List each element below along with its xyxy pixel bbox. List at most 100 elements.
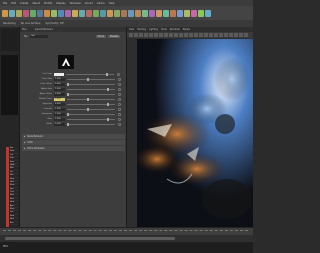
shelf-tool-icon[interactable] [142, 9, 148, 17]
viewport-tool-icon[interactable] [229, 33, 233, 37]
viewport-tool-icon[interactable] [244, 33, 248, 37]
expand-arrow-icon[interactable]: ▸ [24, 141, 25, 144]
shelf-tool-icon[interactable] [135, 9, 141, 17]
shelf-tool-icon[interactable] [79, 9, 85, 17]
menu-cache[interactable]: Cache [97, 2, 105, 5]
viewport-menu-show[interactable]: Show [161, 28, 167, 31]
shelf-tool-icon[interactable] [107, 9, 113, 17]
presets-button[interactable]: Presets [108, 35, 120, 38]
shelf-tool-icon[interactable] [156, 9, 162, 17]
map-button-icon[interactable] [118, 122, 121, 126]
viewport-tool-icon[interactable] [199, 33, 203, 37]
color-swatch[interactable] [54, 72, 64, 76]
shelf-tool-icon[interactable] [163, 9, 169, 17]
shelf-tool-icon[interactable] [121, 9, 127, 17]
menu-modify[interactable]: Modify [44, 2, 52, 5]
shelf-tool-icon[interactable] [114, 9, 120, 17]
attribute-slider[interactable] [67, 102, 115, 106]
attribute-slider[interactable] [67, 97, 115, 101]
attribute-slider[interactable] [66, 72, 114, 76]
viewport-menu-panels[interactable]: Panels [183, 28, 190, 31]
range-slider-bar[interactable] [5, 237, 175, 240]
shelf-tool-icon[interactable] [30, 9, 36, 17]
shelf-tool-icon[interactable] [205, 9, 211, 17]
render-viewport[interactable] [137, 39, 253, 227]
slider-handle[interactable] [67, 92, 69, 96]
viewport-tool-icon[interactable] [224, 33, 228, 37]
slider-handle[interactable] [107, 102, 109, 106]
menu-windows[interactable]: Windows [70, 2, 81, 5]
map-button-icon[interactable] [118, 92, 121, 96]
viewport-tool-icon[interactable] [154, 33, 158, 37]
viewport-tool-icon[interactable] [144, 33, 148, 37]
shelf-tool-icon[interactable] [128, 9, 134, 17]
slider-handle[interactable] [107, 117, 109, 121]
slider-handle[interactable] [67, 112, 69, 116]
viewport-tool-icon[interactable] [129, 33, 133, 37]
viewport-tool-icon[interactable] [184, 33, 188, 37]
attribute-slider[interactable] [67, 82, 115, 86]
shelf-tool-icon[interactable] [149, 9, 155, 17]
viewport-tool-icon[interactable] [204, 33, 208, 37]
viewport-tool-icon[interactable] [209, 33, 213, 37]
menu-edit[interactable]: Edit [11, 2, 16, 5]
shelf-tool-icon[interactable] [100, 9, 106, 17]
shelf-tool-icon[interactable] [198, 9, 204, 17]
status-item-0[interactable]: Rendering [3, 22, 16, 25]
slider-handle[interactable] [67, 82, 69, 86]
shelf-tool-icon[interactable] [86, 9, 92, 17]
expand-arrow-icon[interactable]: ▸ [24, 147, 25, 150]
ae-section-header[interactable]: ▸ Node Behavior [22, 134, 125, 139]
focus-button[interactable]: Focus [95, 35, 107, 38]
attribute-value-field[interactable]: 1.000 [54, 87, 65, 91]
slider-handle[interactable] [87, 77, 89, 81]
slider-handle[interactable] [87, 97, 89, 101]
map-button-icon[interactable] [118, 102, 121, 106]
attribute-slider[interactable] [67, 87, 115, 91]
map-button-icon[interactable] [118, 107, 121, 111]
attribute-slider[interactable] [67, 112, 115, 116]
shelf-tool-icon[interactable] [191, 9, 197, 17]
menu-create[interactable]: Create [20, 2, 28, 5]
shelf-tool-icon[interactable] [37, 9, 43, 17]
viewport-tool-icon[interactable] [179, 33, 183, 37]
range-slider[interactable] [0, 235, 253, 242]
attribute-slider[interactable] [67, 77, 115, 81]
viewport-tool-icon[interactable] [159, 33, 163, 37]
attribute-value-field[interactable]: 0.500 [54, 97, 65, 101]
viewport-tool-icon[interactable] [194, 33, 198, 37]
viewport-menu-lighting[interactable]: Lighting [149, 28, 158, 31]
map-button-icon[interactable] [118, 97, 121, 101]
shelf-tool-icon[interactable] [44, 9, 50, 17]
shelf-tool-icon[interactable] [177, 9, 183, 17]
shelf-tool-icon[interactable] [72, 9, 78, 17]
status-item-2[interactable]: Symmetry: Off [45, 22, 63, 25]
shelf-tool-icon[interactable] [93, 9, 99, 17]
viewport-tool-icon[interactable] [139, 33, 143, 37]
viewport-tool-icon[interactable] [169, 33, 173, 37]
shelf-tool-icon[interactable] [23, 9, 29, 17]
shelf-tool-icon[interactable] [51, 9, 57, 17]
slider-handle[interactable] [87, 107, 89, 111]
map-button-icon[interactable] [118, 87, 121, 91]
attribute-slider[interactable] [67, 92, 115, 96]
attribute-value-field[interactable]: 1.000 [54, 107, 65, 111]
shelf-tool-icon[interactable] [65, 9, 71, 17]
shelf-tool-icon[interactable] [170, 9, 176, 17]
attribute-value-field[interactable]: 1.000 [54, 77, 65, 81]
viewport-menu-shading[interactable]: Shading [137, 28, 146, 31]
attribute-value-field[interactable]: 0.000 [54, 92, 65, 96]
command-line[interactable]: MEL [0, 242, 253, 253]
shelf-tool-icon[interactable] [184, 9, 190, 17]
map-button-icon[interactable] [118, 117, 121, 121]
viewport-menu-renderer[interactable]: Renderer [170, 28, 180, 31]
ae-name-field[interactable]: file1 [30, 35, 49, 38]
map-button-icon[interactable] [118, 82, 121, 86]
menu-select[interactable]: Select [32, 2, 40, 5]
viewport-tool-icon[interactable] [134, 33, 138, 37]
viewport-tool-icon[interactable] [174, 33, 178, 37]
viewport-tool-icon[interactable] [234, 33, 238, 37]
menu-help[interactable]: Help [109, 2, 115, 5]
menu-file[interactable]: File [3, 2, 7, 5]
slider-handle[interactable] [67, 122, 69, 126]
